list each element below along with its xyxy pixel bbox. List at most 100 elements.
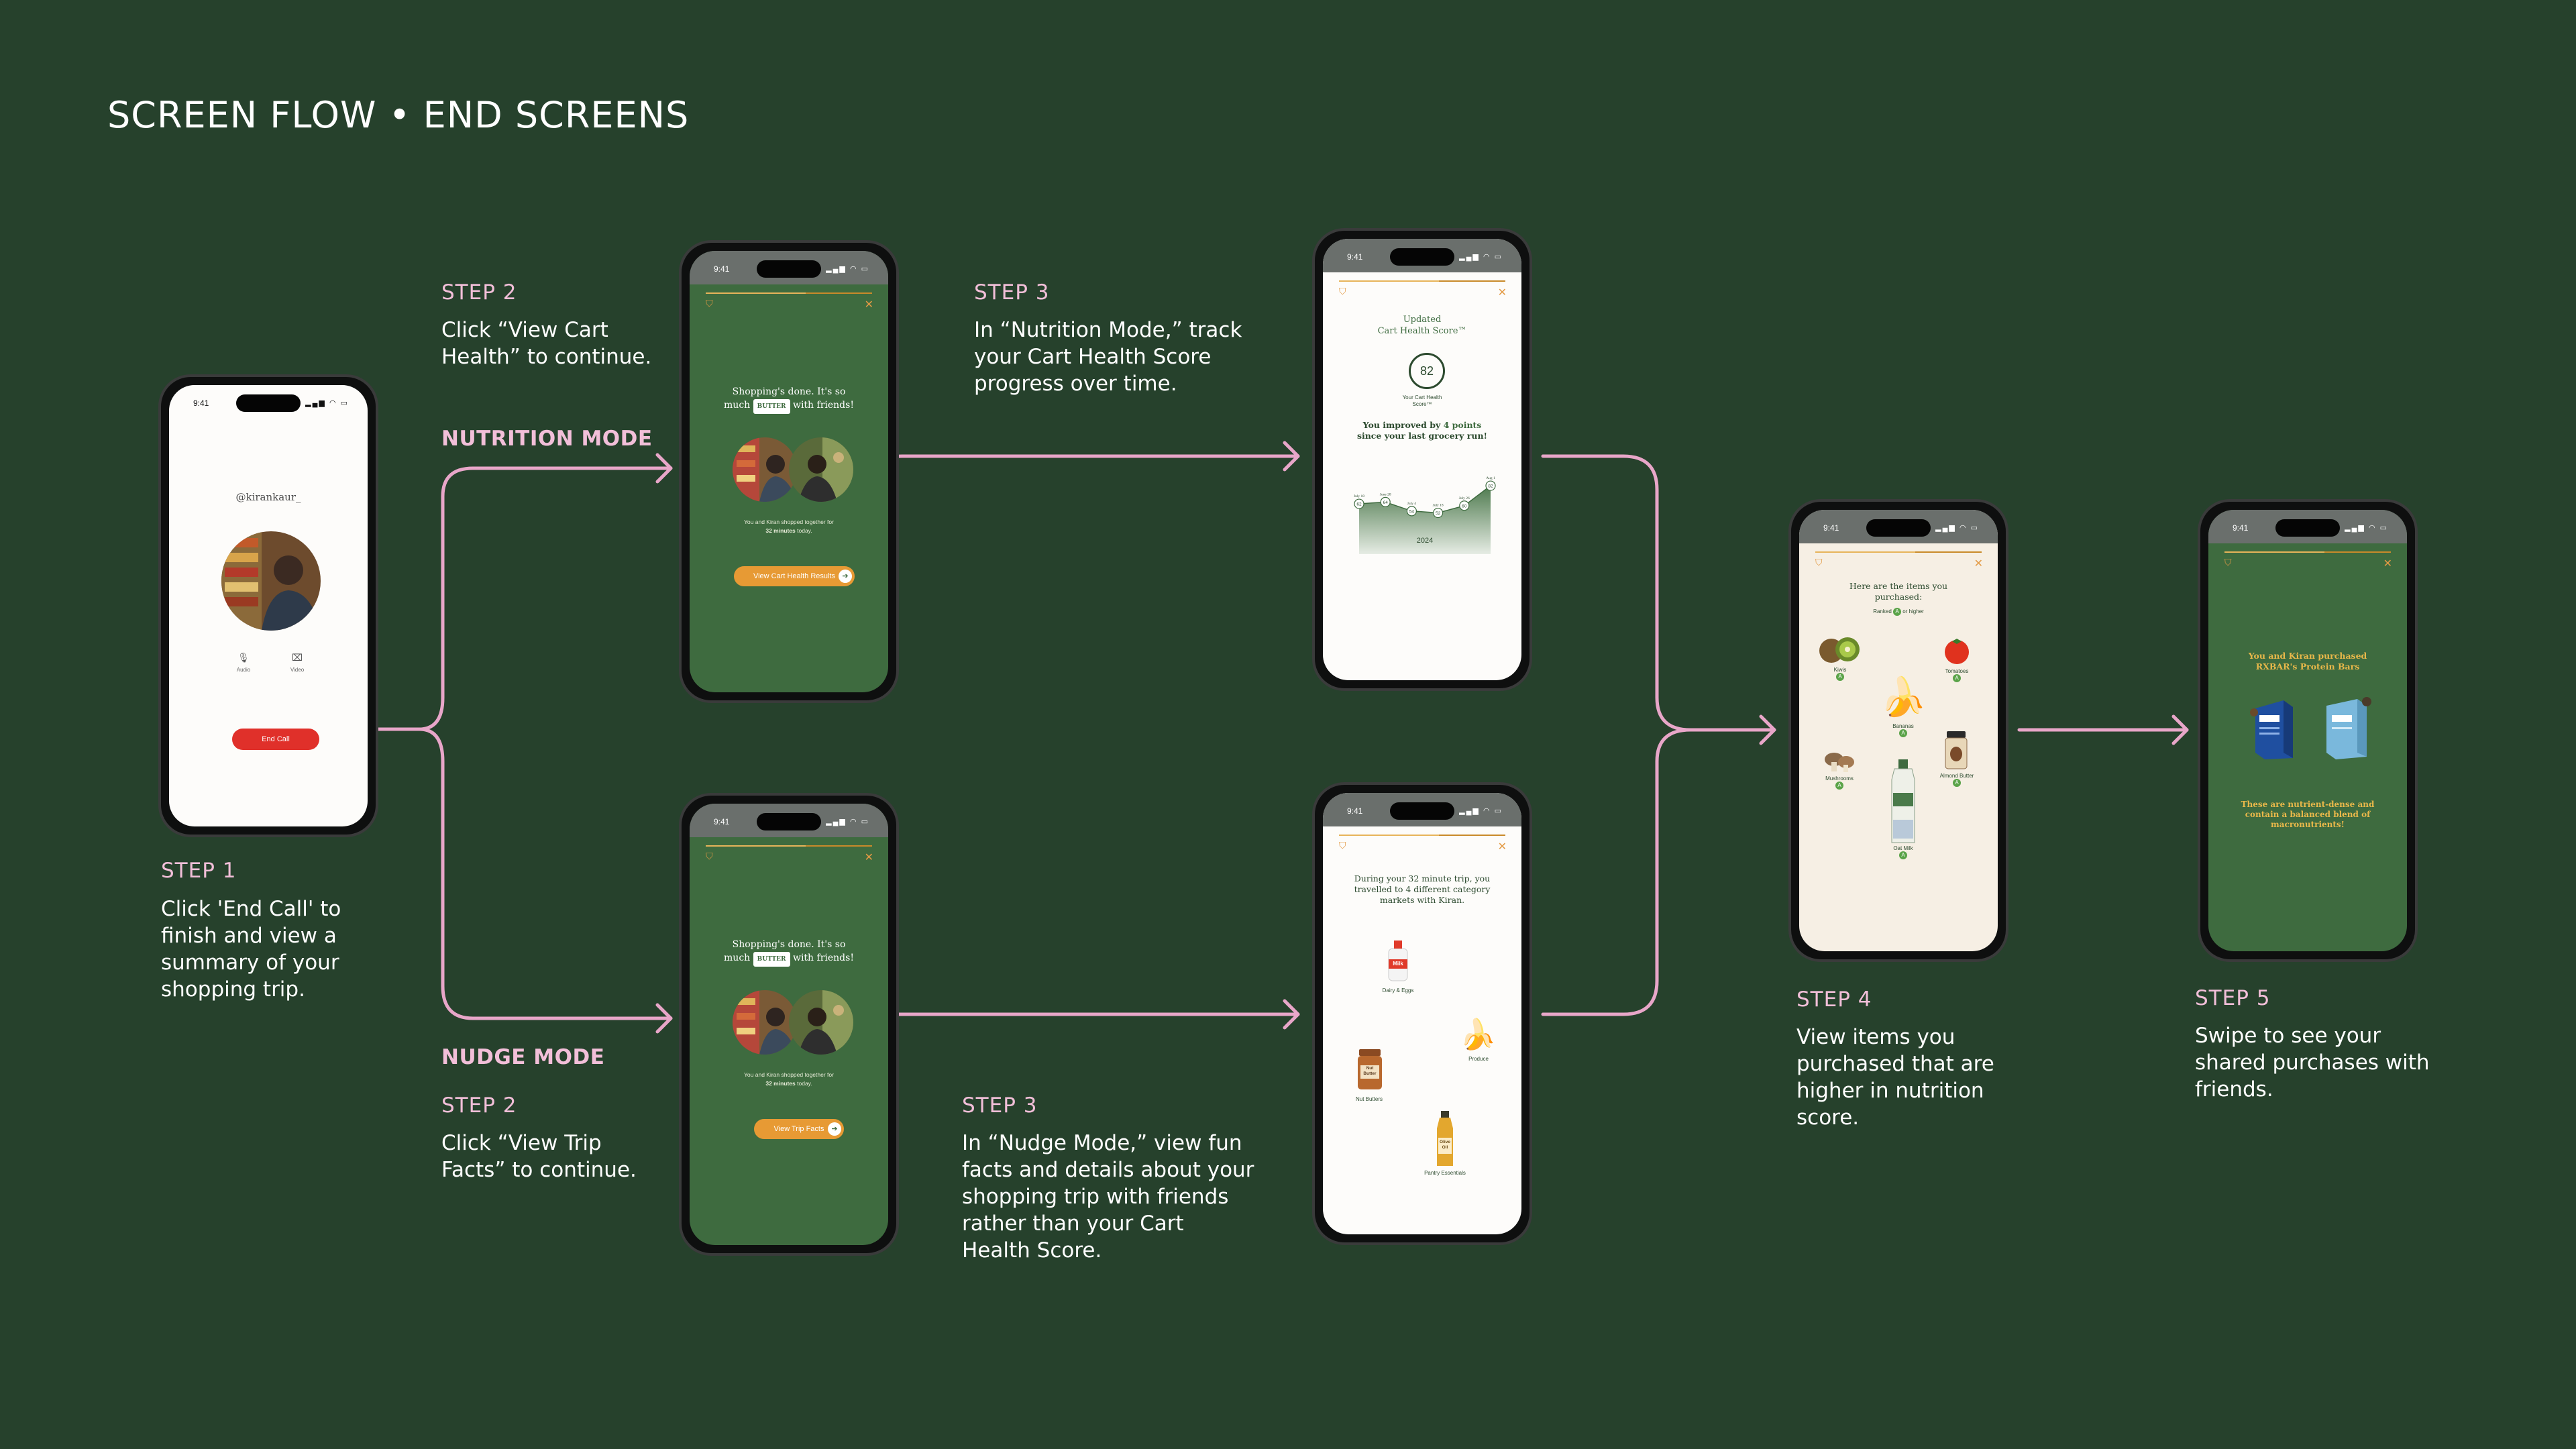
- category-dairy: Dairy & Eggs: [1382, 987, 1414, 994]
- milk-jug-icon: Milk: [1385, 939, 1411, 982]
- today-text: today.: [797, 527, 812, 534]
- score-ring: 82: [1409, 353, 1445, 389]
- close-icon[interactable]: ✕: [1498, 286, 1507, 299]
- step5-heading: STEP 5: [2195, 986, 2271, 1010]
- step2-top-heading: STEP 2: [441, 280, 517, 305]
- shared-body: These are nutrient-dense and contain a b…: [2241, 800, 2375, 829]
- phone-items-purchased: 9:41 ▂▄▆ ◠ ▭ ⛉ ✕ Here are the items you p…: [1788, 499, 2008, 962]
- shopper-photo-2: [789, 437, 853, 502]
- bananas-icon: 🍌: [1459, 1018, 1497, 1051]
- summary-with-friends: with friends!: [792, 953, 854, 963]
- shopper-photo-2: [789, 990, 853, 1055]
- step3-top-description: In “Nutrition Mode,” track your Cart Hea…: [974, 318, 1242, 396]
- item-kiwis: Kiwis A: [1833, 667, 1847, 681]
- kiwis-icon: [1817, 635, 1864, 664]
- arrow-right-icon: ➔: [839, 570, 852, 583]
- score-label-2: Score™: [1412, 401, 1432, 407]
- close-icon[interactable]: ✕: [1974, 557, 1983, 570]
- close-icon[interactable]: ✕: [865, 851, 873, 864]
- improved-text-a: You improved by: [1362, 420, 1444, 430]
- phone-call-screen: 9:41 ▂▄▆ ◠ ▭ @kirankaur_ 🎙 Audio ⌧ Video …: [158, 374, 378, 837]
- improved-points: 4 points: [1443, 420, 1482, 430]
- minutes-text: 32 minutes: [765, 1080, 796, 1087]
- olive-oil-bottle-icon: Olive Oil: [1432, 1111, 1458, 1167]
- microphone-icon[interactable]: 🎙: [233, 652, 254, 663]
- audio-label: Audio: [236, 667, 251, 673]
- summary-headline-1: Shopping's done. It's so: [732, 386, 846, 397]
- minutes-text: 32 minutes: [765, 527, 796, 534]
- cart-icon: ⛉: [706, 298, 713, 309]
- step1-description: Click 'End Call' to finish and view a su…: [161, 897, 341, 1002]
- step2-bottom-heading: STEP 2: [441, 1093, 517, 1118]
- score-history-chart: 62 July 18 64 June 28 54 July 4 52 July 18 60 Jul…: [1350, 467, 1500, 554]
- butter-tag: BUTTER: [753, 399, 790, 414]
- caller-avatar: [221, 531, 321, 631]
- end-call-button[interactable]: End Call: [232, 729, 319, 750]
- shopper-photo-1: [733, 990, 797, 1055]
- nudge-mode-label: NUDGE MODE: [441, 1045, 605, 1069]
- shared-title: You and Kiran purchased RXBAR's Protein …: [2248, 651, 2367, 672]
- caller-username: @kirankaur_: [235, 491, 301, 503]
- close-icon[interactable]: ✕: [865, 298, 873, 311]
- milk-label: Milk: [1393, 961, 1403, 967]
- page-title: SCREEN FLOW • END SCREENS: [107, 94, 690, 136]
- flow-connectors: [296, 441, 2189, 1134]
- chart-date-label: July 4: [1407, 502, 1417, 506]
- progress-line: [706, 292, 872, 294]
- trip-facts-text: During your 32 minute trip, you travelle…: [1354, 873, 1491, 905]
- shopper-photo-1: [733, 437, 797, 502]
- chart-year-label: 2024: [1416, 537, 1434, 545]
- step3-bottom-description: In “Nudge Mode,” view fun facts and deta…: [962, 1131, 1254, 1263]
- step5-description: Swipe to see your shared purchases with …: [2195, 1024, 2430, 1102]
- chart-data-label: 82: [1488, 484, 1493, 489]
- items-title: Here are the items you purchased:: [1849, 581, 1948, 602]
- video-off-icon[interactable]: ⌧: [287, 652, 307, 663]
- nut-butter-jar-icon: Nut Butter: [1355, 1049, 1385, 1091]
- score-title-1: Updated: [1403, 315, 1442, 325]
- phone-summary-nutrition: 9:41 ▂▄▆ ◠ ▭ ⛉ ✕ Shopping's done. It's so…: [679, 240, 899, 703]
- summary-headline-1: Shopping's done. It's so: [732, 939, 846, 950]
- item-mushrooms: Mushrooms A: [1825, 775, 1854, 790]
- view-trip-facts-button[interactable]: View Trip Facts ➔: [754, 1119, 844, 1139]
- cart-icon: ⛉: [706, 851, 713, 861]
- cart-icon: ⛉: [1339, 286, 1346, 297]
- score-label-1: Your Cart Health: [1402, 394, 1442, 400]
- mushrooms-icon: [1819, 747, 1860, 774]
- item-almond-butter: Almond Butter A: [1939, 773, 1974, 787]
- summary-much: much: [724, 953, 751, 963]
- close-icon[interactable]: ✕: [2383, 557, 2392, 570]
- cart-icon: ⛉: [1815, 557, 1823, 568]
- together-text: You and Kiran shopped together for: [744, 519, 834, 525]
- rxbar-box-blue-icon: [2249, 695, 2300, 761]
- step3-bottom-heading: STEP 3: [962, 1093, 1038, 1118]
- category-pantry: Pantry Essentials: [1424, 1170, 1466, 1176]
- category-produce: Produce: [1468, 1056, 1489, 1062]
- chart-data-label: 54: [1409, 509, 1415, 514]
- summary-with-friends: with friends!: [792, 400, 854, 411]
- video-label: Video: [290, 667, 305, 673]
- chart-date-label: July 18: [1433, 504, 1444, 508]
- chart-date-label: June 28: [1380, 492, 1391, 496]
- together-text: You and Kiran shopped together for: [744, 1071, 834, 1078]
- view-cart-health-button[interactable]: View Cart Health Results ➔: [734, 566, 855, 586]
- cart-icon: ⛉: [2224, 557, 2232, 568]
- almond-butter-jar-icon: [1943, 731, 1970, 770]
- close-icon[interactable]: ✕: [1498, 840, 1507, 853]
- chart-date-label: July 26: [1459, 496, 1470, 500]
- score-title-2: Cart Health Score™: [1377, 326, 1467, 336]
- step4-description: View items you purchased that are higher…: [1796, 1025, 1994, 1130]
- phone-shared-purchases: 9:41 ▂▄▆ ◠ ▭ ⛉ ✕ You and Kiran purchased …: [2198, 499, 2418, 962]
- nutrition-mode-label: NUTRITION MODE: [441, 427, 653, 451]
- phone-cart-health-score: 9:41 ▂▄▆ ◠ ▭ ⛉ ✕ Updated Cart Health Scor…: [1312, 228, 1532, 691]
- item-oat-milk: Oat Milk A: [1893, 845, 1913, 859]
- butter-tag: BUTTER: [753, 952, 790, 967]
- chart-date-label: July 18: [1354, 494, 1364, 498]
- chart-data-label: 62: [1356, 502, 1362, 507]
- tomato-icon: [1940, 636, 1974, 665]
- step2-bottom-description: Click “View Trip Facts” to continue.: [441, 1131, 637, 1182]
- cart-icon: ⛉: [1339, 840, 1346, 851]
- item-tomatoes: Tomatoes A: [1945, 668, 1969, 682]
- step3-top-heading: STEP 3: [974, 280, 1050, 305]
- step4-heading: STEP 4: [1796, 987, 1872, 1012]
- today-text: today.: [797, 1080, 812, 1087]
